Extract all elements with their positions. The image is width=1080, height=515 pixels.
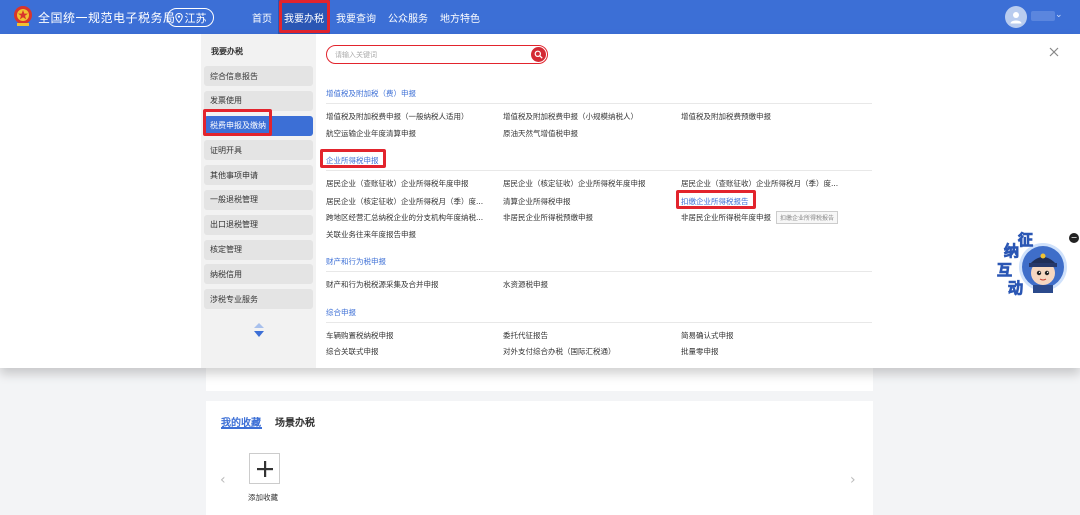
menu-link[interactable]: 财产和行为税税源采集及合并申报 — [326, 279, 439, 290]
menu-link[interactable]: 车辆购置税纳税申报 — [326, 330, 394, 341]
nav-public-service[interactable]: 公众服务 — [382, 0, 434, 34]
mega-menu: 我要办税 综合信息报告 发票使用 税费申报及缴纳 证明开具 其他事项申请 一般退… — [0, 34, 1080, 368]
site-title: 全国统一规范电子税务局 — [38, 11, 176, 25]
nav-home[interactable]: 首页 — [246, 0, 278, 34]
close-mascot-button[interactable]: − — [1069, 233, 1079, 243]
next-arrow-icon[interactable]: › — [850, 472, 856, 488]
nav-tax-handling[interactable]: 我要办税 — [278, 0, 330, 34]
menu-link[interactable]: 对外支付综合办税（国际汇税通） — [503, 346, 616, 357]
category-item[interactable]: 一般退税管理 — [204, 189, 313, 210]
category-item[interactable]: 出口退税管理 — [204, 214, 313, 235]
menu-link[interactable]: 水资源税申报 — [503, 279, 548, 290]
menu-link[interactable]: 清算企业所得税申报 — [503, 196, 571, 207]
user-name-redacted[interactable] — [1031, 11, 1055, 21]
category-item[interactable]: 综合信息报告 — [204, 66, 313, 86]
top-header: 全国统一规范电子税务局 江苏 首页 我要办税 我要查询 公众服务 地方特色 ⌄ — [0, 0, 1080, 34]
menu-link[interactable]: 简易确认式申报 — [681, 330, 734, 341]
search-icon — [534, 50, 543, 59]
menu-link[interactable]: 综合关联式申报 — [326, 346, 379, 357]
menu-link[interactable]: 航空运输企业年度清算申报 — [326, 128, 416, 139]
category-item-active[interactable]: 税费申报及缴纳 — [204, 115, 313, 136]
menu-search-input[interactable]: 请输入关键词 — [326, 45, 548, 64]
mascot-char: 征 — [1018, 231, 1034, 250]
nav-query[interactable]: 我要查询 — [330, 0, 382, 34]
section-divider — [326, 170, 872, 171]
menu-link[interactable]: 增值税及附加税费申报（小规模纳税人） — [503, 111, 638, 122]
section-title-vat: 增值税及附加税（费）申报 — [326, 89, 416, 98]
menu-link[interactable]: 居民企业（查账征收）企业所得税月（季）度... — [681, 178, 838, 189]
category-item[interactable]: 证明开具 — [204, 140, 313, 161]
tab-scenario-tax[interactable]: 场景办税 — [275, 414, 315, 429]
section-divider — [326, 103, 872, 104]
user-icon — [1010, 12, 1022, 24]
menu-link[interactable]: 居民企业（查账征收）企业所得税年度申报 — [326, 178, 469, 189]
tooltip: 扣缴企业所得税报告 — [776, 211, 839, 224]
active-tab-indicator — [221, 427, 262, 429]
section-divider — [326, 322, 872, 323]
menu-link-withholding-report[interactable]: 扣缴企业所得税报告 — [681, 196, 749, 207]
user-avatar[interactable] — [1005, 6, 1027, 28]
menu-link[interactable]: 委托代征报告 — [503, 330, 548, 341]
category-item[interactable]: 其他事项申请 — [204, 165, 313, 186]
menu-link[interactable]: 关联业务往来年度报告申报 — [326, 229, 416, 240]
category-item[interactable]: 发票使用 — [204, 90, 313, 111]
search-placeholder: 请输入关键词 — [335, 51, 377, 59]
category-panel: 我要办税 综合信息报告 发票使用 税费申报及缴纳 证明开具 其他事项申请 一般退… — [201, 34, 316, 368]
tax-emblem-icon — [14, 6, 32, 26]
chevron-down-icon[interactable]: ⌄ — [1055, 10, 1063, 20]
region-label: 江苏 — [184, 11, 207, 25]
menu-link[interactable]: 增值税及附加税费预缴申报 — [681, 111, 771, 122]
plus-icon — [256, 460, 273, 477]
category-item[interactable]: 涉税专业服务 — [204, 289, 313, 310]
category-item[interactable]: 核定管理 — [204, 239, 313, 260]
nav-local-features[interactable]: 地方特色 — [434, 0, 486, 34]
menu-link[interactable]: 居民企业（核定征收）企业所得税月（季）度... — [326, 196, 483, 207]
region-selector[interactable]: 江苏 — [167, 8, 214, 27]
main-nav: 首页 我要办税 我要查询 公众服务 地方特色 — [246, 0, 486, 34]
search-button[interactable] — [531, 47, 546, 62]
menu-link[interactable]: 非居民企业所得税预缴申报 — [503, 212, 593, 223]
section-title-general: 综合申报 — [326, 308, 356, 317]
scroll-arrows-icon[interactable] — [253, 322, 265, 338]
category-list: 综合信息报告 发票使用 税费申报及缴纳 证明开具 其他事项申请 一般退税管理 出… — [204, 66, 313, 314]
menu-link[interactable]: 批量零申报 — [681, 346, 719, 357]
prev-arrow-icon[interactable]: ‹ — [220, 472, 226, 488]
top-card — [206, 368, 873, 391]
section-title-property: 财产和行为税申报 — [326, 257, 386, 266]
menu-link[interactable]: 跨地区经营汇总纳税企业的分支机构年度纳税... — [326, 212, 483, 223]
add-favorite-label: 添加收藏 — [248, 493, 278, 502]
mascot-text-group: 征 纳 互 动 — [996, 229, 1040, 299]
close-icon[interactable] — [1048, 46, 1060, 58]
add-favorite-button[interactable] — [249, 453, 280, 484]
menu-link[interactable]: 增值税及附加税费申报（一般纳税人适用） — [326, 111, 469, 122]
section-title-cit: 企业所得税申报 — [326, 156, 379, 165]
section-divider — [326, 271, 872, 272]
mascot-char: 纳 — [1004, 242, 1020, 261]
mascot-char: 动 — [1008, 279, 1024, 298]
menu-link[interactable]: 原油天然气增值税申报 — [503, 128, 578, 139]
menu-link[interactable]: 非居民企业所得税年度申报 — [681, 212, 771, 223]
category-panel-title: 我要办税 — [211, 47, 243, 56]
menu-link[interactable]: 居民企业（核定征收）企业所得税年度申报 — [503, 178, 646, 189]
location-pin-icon — [174, 12, 183, 23]
category-item[interactable]: 纳税信用 — [204, 264, 313, 285]
